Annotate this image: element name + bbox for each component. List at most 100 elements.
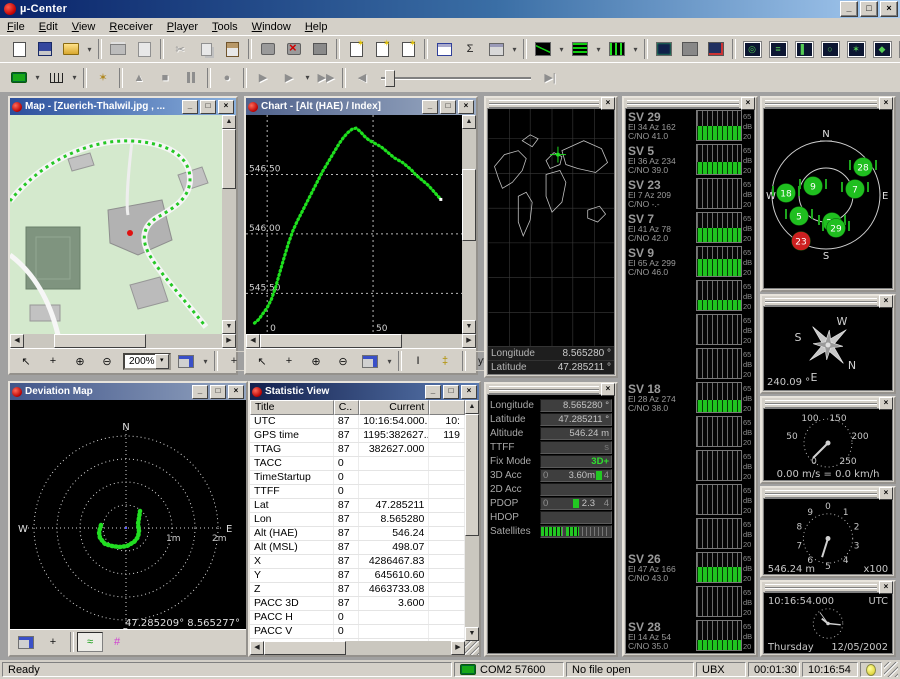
map-vertical-scrollbar[interactable]: ▲ ▼ — [222, 115, 236, 334]
chart-zoom-out-button[interactable]: ⊖ — [330, 351, 356, 371]
scroll-up-arrow[interactable]: ▲ — [462, 115, 476, 129]
menu-player[interactable]: Player — [160, 20, 205, 34]
new-file-button[interactable] — [6, 37, 32, 61]
table-row[interactable]: TTAG87382627.000 — [250, 443, 465, 457]
clock-grab-bar[interactable]: × — [763, 582, 893, 592]
map-maximize-button[interactable]: □ — [200, 100, 216, 114]
deviation-window-titlebar[interactable]: Deviation Map _ □ × — [10, 383, 246, 400]
statistic-window-titlebar[interactable]: Statistic View _ □ × — [250, 383, 479, 400]
world-map-toggle-button[interactable]: ◎ — [739, 37, 765, 61]
scroll-left-arrow[interactable]: ◀ — [10, 334, 24, 348]
sky-view-toggle-button[interactable]: ○ — [817, 37, 843, 61]
deviation-trace-button[interactable]: ≈ — [77, 632, 103, 652]
statistic-horizontal-scrollbar[interactable]: ◀ ▶ — [250, 641, 479, 655]
deviation-properties-button[interactable] — [13, 632, 39, 652]
chart-cursor-button[interactable]: I — [405, 351, 431, 371]
world-map-grab-bar[interactable]: × — [487, 98, 615, 108]
resize-grip[interactable] — [465, 641, 479, 655]
map-close-button[interactable]: × — [218, 100, 234, 114]
open-button[interactable] — [58, 37, 84, 61]
altitude-grab-bar[interactable]: × — [763, 488, 893, 498]
table-row[interactable]: Alt (MSL)87498.07 — [250, 541, 465, 555]
menu-window[interactable]: Window — [245, 20, 298, 34]
new-chart-view-button[interactable] — [369, 37, 395, 61]
chart-pan-button[interactable]: + — [276, 351, 302, 371]
data-toggle-button[interactable]: ≡ — [765, 37, 791, 61]
skip-end-button[interactable]: ▶| — [537, 66, 563, 90]
deviation-close-button[interactable]: × — [228, 385, 244, 399]
connect-button[interactable] — [6, 66, 32, 90]
map-pan-button[interactable]: + — [40, 351, 66, 371]
chart-zoom-in-button[interactable]: ⊕ — [303, 351, 329, 371]
statistic-maximize-button[interactable]: □ — [443, 385, 459, 399]
map-zoom-in-button[interactable]: ⊕ — [67, 351, 93, 371]
maximize-button[interactable]: □ — [860, 1, 878, 17]
open-dropdown[interactable]: ▾ — [84, 38, 95, 60]
combo-arrow-icon[interactable]: ▾ — [155, 354, 169, 369]
title-bar[interactable]: µ-Center _ □ × — [0, 0, 900, 18]
chart-view-dropdown[interactable]: ▾ — [556, 38, 567, 60]
compass-toggle-button[interactable]: ✶ — [843, 37, 869, 61]
stop-button[interactable]: ■ — [152, 66, 178, 90]
scroll-right-arrow[interactable]: ▶ — [222, 334, 236, 348]
map-properties-dropdown[interactable]: ▾ — [200, 350, 211, 372]
save-button[interactable] — [32, 37, 58, 61]
table-row[interactable]: Y87645610.60 — [250, 569, 465, 583]
column-header[interactable]: Title — [250, 400, 334, 415]
map-zoom-select[interactable]: 200%▾ — [123, 353, 171, 370]
satellite-level-toggle-button[interactable]: ▌ — [791, 37, 817, 61]
scroll-right-arrow[interactable]: ▶ — [451, 641, 465, 655]
table-row[interactable]: TACC0 — [250, 457, 465, 471]
chart-pointer-button[interactable]: ↖ — [249, 351, 275, 371]
menu-edit[interactable]: Edit — [32, 20, 65, 34]
scroll-down-arrow[interactable]: ▼ — [465, 627, 479, 641]
slider-thumb[interactable] — [385, 70, 395, 87]
world-map-close-icon[interactable]: × — [601, 97, 615, 110]
skip-start-button[interactable]: ◀ — [349, 66, 375, 90]
screen-record-stop-button[interactable] — [281, 37, 307, 61]
step-button[interactable]: ▶ — [250, 66, 276, 90]
column-header[interactable] — [429, 400, 465, 415]
statistic-minimize-button[interactable]: _ — [425, 385, 441, 399]
altitude-close-icon[interactable]: × — [879, 487, 893, 500]
message-view-button[interactable] — [483, 37, 509, 61]
map-pointer-button[interactable]: ↖ — [13, 351, 39, 371]
compass-close-icon[interactable]: × — [879, 295, 893, 308]
scroll-down-arrow[interactable]: ▼ — [462, 320, 476, 334]
scroll-right-arrow[interactable]: ▶ — [462, 334, 476, 348]
table-row[interactable]: PACC V0 — [250, 625, 465, 639]
message-view-dropdown[interactable]: ▾ — [509, 38, 520, 60]
speed-close-icon[interactable]: × — [879, 397, 893, 410]
map-canvas[interactable] — [10, 115, 222, 335]
map-minimize-button[interactable]: _ — [182, 100, 198, 114]
satellite-panel-grab-bar[interactable]: × — [625, 98, 755, 108]
data-panel-close-icon[interactable]: × — [601, 383, 615, 396]
menu-help[interactable]: Help — [298, 20, 335, 34]
map-window-titlebar[interactable]: Map - [Zuerich-Thalwil.jpg , ... _ □ × — [10, 98, 236, 115]
histogram-view-dropdown[interactable]: ▾ — [593, 38, 604, 60]
camera-view-button[interactable] — [651, 37, 677, 61]
table-row[interactable]: Z874663733.08 — [250, 583, 465, 597]
baudrate-dropdown[interactable]: ▾ — [69, 67, 80, 89]
map-properties-button[interactable] — [173, 351, 199, 371]
histogram-view-button[interactable] — [567, 37, 593, 61]
table-row[interactable]: Lat8747.285211 — [250, 499, 465, 513]
packet-console-button[interactable] — [703, 37, 729, 61]
chart-close-button[interactable]: × — [458, 100, 474, 114]
print-button[interactable] — [105, 37, 131, 61]
chart-window-titlebar[interactable]: Chart - [Alt (HAE) / Index] _ □ × — [246, 98, 476, 115]
position-slider[interactable] — [381, 68, 531, 88]
scroll-left-arrow[interactable]: ◀ — [246, 334, 260, 348]
sky-view-close-icon[interactable]: × — [879, 97, 893, 110]
map-view-button[interactable] — [604, 37, 630, 61]
cut-button[interactable]: ✂ — [167, 37, 193, 61]
clock-close-icon[interactable]: × — [879, 581, 893, 594]
chart-horizontal-scrollbar[interactable]: ◀ ▶ — [246, 334, 476, 348]
new-histogram-view-button[interactable] — [395, 37, 421, 61]
satellite-panel-close-icon[interactable]: × — [741, 97, 755, 110]
data-panel-grab-bar[interactable]: × — [487, 384, 615, 394]
play-dropdown[interactable]: ▾ — [302, 67, 313, 89]
map-zoom-out-button[interactable]: ⊖ — [94, 351, 120, 371]
close-button[interactable]: × — [880, 1, 898, 17]
scroll-up-arrow[interactable]: ▲ — [222, 115, 236, 129]
